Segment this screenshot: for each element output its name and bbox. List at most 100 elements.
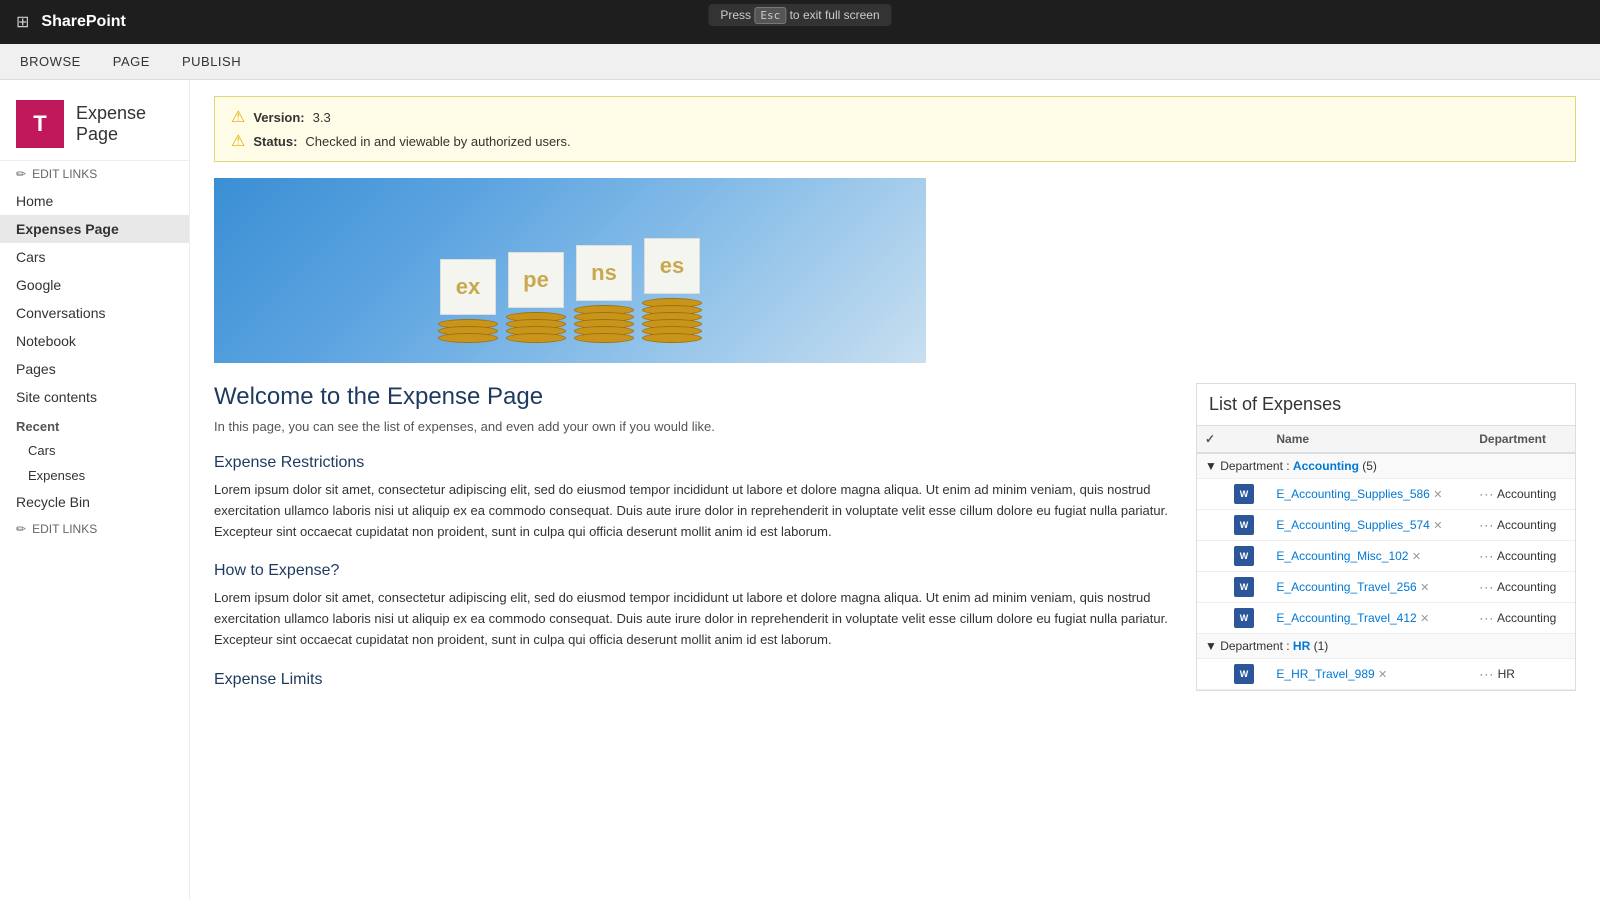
sidebar-item-conversations[interactable]: Conversations — [0, 299, 189, 327]
section-heading-restrictions: Expense Restrictions — [214, 454, 1176, 472]
content-split: Welcome to the Expense Page In this page… — [214, 383, 1576, 697]
coin-label-ex: ex — [440, 259, 496, 315]
file-icon: W — [1234, 664, 1254, 684]
file-name[interactable]: E_Accounting_Supplies_574 — [1276, 518, 1429, 532]
sidebar-item-site-contents[interactable]: Site contents — [0, 383, 189, 411]
dept-header-hr: ▼ Department : HR (1) — [1197, 634, 1575, 659]
expenses-panel: List of Expenses ✓ Name Department — [1196, 383, 1576, 691]
file-name[interactable]: E_Accounting_Misc_102 — [1276, 549, 1408, 563]
site-header: T Expense Page — [0, 88, 189, 161]
dept-hr-name: HR — [1293, 639, 1310, 653]
table-row: W E_Accounting_Supplies_574 ✕ ··· Accoun… — [1197, 510, 1575, 541]
col-department: Department — [1471, 426, 1575, 453]
file-icon: W — [1234, 577, 1254, 597]
sidebar-item-notebook[interactable]: Notebook — [0, 327, 189, 355]
file-name[interactable]: E_Accounting_Travel_412 — [1276, 611, 1416, 625]
coin-stack-3: ns — [574, 245, 634, 343]
col-file-icon — [1226, 426, 1268, 453]
row-check — [1197, 479, 1226, 510]
coin-stack-4: es — [642, 238, 702, 343]
more-options-icon[interactable]: ··· — [1479, 580, 1494, 594]
pencil-icon-bottom: ✏ — [16, 522, 26, 536]
recent-item-expenses[interactable]: Expenses — [0, 463, 189, 488]
ribbon-page[interactable]: PAGE — [109, 48, 154, 75]
file-name[interactable]: E_Accounting_Travel_256 — [1276, 580, 1416, 594]
sidebar-item-cars[interactable]: Cars — [0, 243, 189, 271]
more-options-icon[interactable]: ··· — [1479, 611, 1494, 625]
dept-value: Accounting — [1497, 611, 1556, 625]
ribbon-browse[interactable]: BROWSE — [16, 48, 85, 75]
dept-value: Accounting — [1497, 580, 1556, 594]
file-icon: W — [1234, 608, 1254, 628]
dept-value: HR — [1498, 667, 1515, 681]
section-heading-how-to: How to Expense? — [214, 562, 1176, 580]
warning-icon-version: ⚠ — [231, 107, 245, 127]
sidebar-item-google[interactable]: Google — [0, 271, 189, 299]
grid-icon[interactable]: ⊞ — [16, 12, 29, 32]
file-icon: W — [1234, 515, 1254, 535]
site-title: Expense Page — [76, 103, 173, 145]
coin-label-es: es — [644, 238, 700, 294]
coin-stack-2: pe — [506, 252, 566, 343]
dept-header-accounting: ▼ Department : Accounting (5) — [1197, 453, 1575, 479]
dept-value: Accounting — [1497, 549, 1556, 563]
dept-value: Accounting — [1497, 487, 1556, 501]
main-layout: T Expense Page ✏ EDIT LINKS Home Expense… — [0, 80, 1600, 900]
warning-icon-status: ⚠ — [231, 131, 245, 151]
fullscreen-notice: Press Esc to exit full screen — [708, 4, 891, 26]
section-body-restrictions: Lorem ipsum dolor sit amet, consectetur … — [214, 480, 1176, 542]
coin-stacks: ex pe ns — [438, 238, 702, 343]
table-row: W E_Accounting_Misc_102 ✕ ··· Accounting — [1197, 541, 1575, 572]
table-row: W E_Accounting_Travel_412 ✕ ··· Accounti… — [1197, 603, 1575, 634]
row-check — [1197, 510, 1226, 541]
recent-section-label: Recent — [0, 411, 189, 438]
section-heading-limits: Expense Limits — [214, 671, 1176, 689]
site-logo: T — [16, 100, 64, 148]
table-row: W E_HR_Travel_989 ✕ ··· HR — [1197, 659, 1575, 690]
file-name[interactable]: E_Accounting_Supplies_586 — [1276, 487, 1429, 501]
col-name: Name — [1268, 426, 1471, 453]
expenses-panel-container: List of Expenses ✓ Name Department — [1196, 383, 1576, 691]
dept-accounting-label: ▼ Department : Accounting (5) — [1197, 453, 1575, 479]
sidebar-item-recycle-bin[interactable]: Recycle Bin — [0, 488, 189, 516]
hero-image: ex pe ns — [214, 178, 926, 363]
more-options-icon[interactable]: ··· — [1479, 518, 1494, 532]
edit-links-top-button[interactable]: ✏ EDIT LINKS — [0, 161, 189, 187]
ribbon-publish[interactable]: PUBLISH — [178, 48, 245, 75]
row-check — [1197, 603, 1226, 634]
row-check — [1197, 541, 1226, 572]
left-content: Welcome to the Expense Page In this page… — [214, 383, 1196, 697]
sidebar-item-home[interactable]: Home — [0, 187, 189, 215]
recent-item-cars[interactable]: Cars — [0, 438, 189, 463]
table-row: W E_Accounting_Supplies_586 ✕ ··· Accoun… — [1197, 479, 1575, 510]
page-main-title: Welcome to the Expense Page — [214, 383, 1176, 411]
ribbon: BROWSE PAGE PUBLISH — [0, 44, 1600, 80]
version-banner: ⚠ Version: 3.3 ⚠ Status: Checked in and … — [214, 96, 1576, 162]
coin-stack-1: ex — [438, 259, 498, 343]
table-header-row: ✓ Name Department — [1197, 426, 1575, 453]
edit-links-bottom-button[interactable]: ✏ EDIT LINKS — [0, 516, 189, 542]
table-row: W E_Accounting_Travel_256 ✕ ··· Accounti… — [1197, 572, 1575, 603]
coin-label-ns: ns — [576, 245, 632, 301]
app-title: SharePoint — [41, 13, 125, 31]
row-check — [1197, 659, 1226, 690]
dept-hr-label: ▼ Department : HR (1) — [1197, 634, 1575, 659]
more-options-icon[interactable]: ··· — [1479, 667, 1494, 681]
section-body-how-to: Lorem ipsum dolor sit amet, consectetur … — [214, 588, 1176, 650]
file-icon: W — [1234, 484, 1254, 504]
sidebar-item-pages[interactable]: Pages — [0, 355, 189, 383]
topbar: ⊞ SharePoint Press Esc to exit full scre… — [0, 0, 1600, 44]
more-options-icon[interactable]: ··· — [1479, 487, 1494, 501]
sidebar-item-expenses-page[interactable]: Expenses Page — [0, 215, 189, 243]
more-options-icon[interactable]: ··· — [1479, 549, 1494, 563]
col-check: ✓ — [1197, 426, 1226, 453]
expenses-table: ✓ Name Department ▼ Department : Account… — [1197, 426, 1575, 690]
file-name[interactable]: E_HR_Travel_989 — [1276, 667, 1374, 681]
row-check — [1197, 572, 1226, 603]
file-icon: W — [1234, 546, 1254, 566]
sidebar: T Expense Page ✏ EDIT LINKS Home Expense… — [0, 80, 190, 900]
dept-accounting-name: Accounting — [1293, 459, 1359, 473]
content-area: ⚠ Version: 3.3 ⚠ Status: Checked in and … — [190, 80, 1600, 900]
page-intro-text: In this page, you can see the list of ex… — [214, 419, 1176, 434]
coin-label-pe: pe — [508, 252, 564, 308]
